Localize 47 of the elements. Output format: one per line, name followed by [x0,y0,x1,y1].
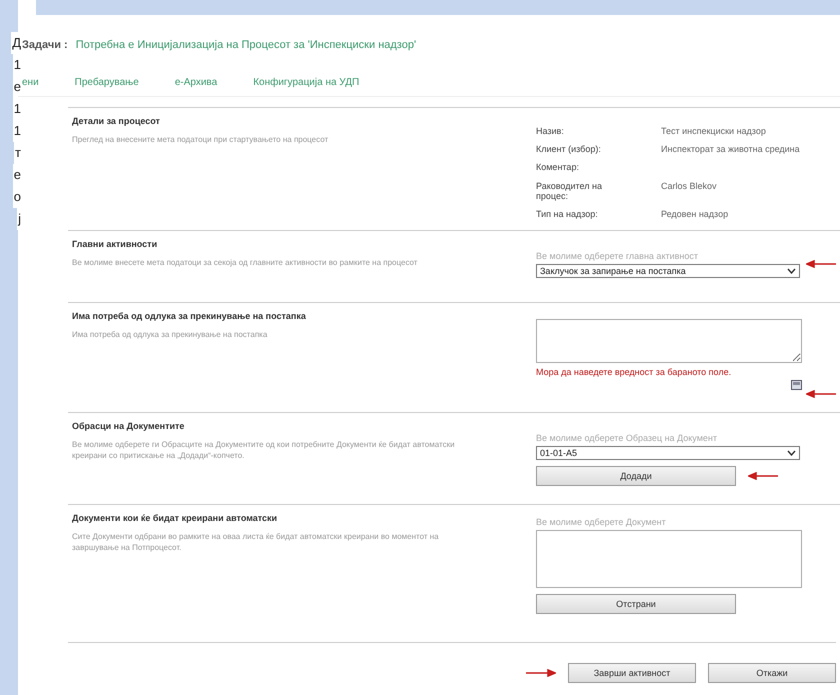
section-title: Детали за процесот [72,116,161,126]
field-value: Редовен надзор [661,208,730,221]
field-hint: Ве молиме одберете Документ [536,517,667,527]
field-hint: Ве молиме одберете главна активност [536,251,700,261]
sidebar-text: е [12,164,21,186]
section-title: Документи кои ќе бидат креирани автоматски [72,513,278,523]
finish-button[interactable]: Заврши активност [568,663,696,683]
caret-icon [787,268,796,274]
section-description: Ве молиме внесете мета податоци за секоја од главните активности во рамките на процесот [72,257,418,268]
section-title: Обрасци на Документите [72,421,186,431]
input-field[interactable] [536,319,802,363]
dropdown[interactable]: Заклучок за запирање на постапка [536,264,800,278]
sidebar-text: 1 [12,98,21,120]
section-description: Преглед на внесените мета податоци при стартувањето на процесот [72,134,330,145]
document-list[interactable] [536,530,802,588]
field-value: Инспекторат за животна средина [661,144,801,156]
sidebar-text: т [14,142,21,164]
caret-icon [787,450,796,456]
add-button[interactable]: Додади [536,466,736,486]
field-value: Тест инспекциски надзор [661,126,767,138]
sidebar-text: 1 [12,54,21,76]
cancel-button[interactable]: Откажи [708,663,836,683]
sidebar-text: 1 [12,120,21,142]
error-message: Мора да наведете вредност за бараното поле. [536,367,732,377]
field-label: Тип на надзор: [536,208,599,221]
nav-link[interactable]: е-Архива [174,77,218,88]
keyboard-icon[interactable] [791,380,802,390]
page-title: Потребна е Иницијализација на Процесот за 'Инспекциски надзор' [76,39,416,51]
dropdown[interactable]: 01-01-А5 [536,446,800,460]
nav-link[interactable]: Пребарување [74,77,139,88]
section-description: Има потреба од одлука за прекинување на постапка [72,329,268,340]
field-label: Клиент (избор): [536,144,602,156]
sidebar-text: Д [11,32,21,54]
field-hint: Ве молиме одберете Образец на Документ [536,433,718,443]
field-label: Коментар: [536,162,580,174]
sidebar-text: ј [17,208,21,230]
section-title: Има потреба од одлука за прекинување на постапка [72,311,307,321]
field-label: Раководител на процес: [536,180,603,203]
field-label: Назив: [536,126,565,138]
page-label: Задачи : [22,39,68,51]
section-description: Ве молиме одберете ги Обрасците на Документите од кои потребните Документи ќе бидат автоматски креирани со притискање на „Додади“-копчето. [72,439,456,461]
field-value: Carlos Blekov [661,180,718,193]
section-title: Главни активности [72,239,158,249]
sidebar-text: е [12,76,21,98]
remove-button[interactable]: Отстрани [536,594,736,614]
section-description: Сите Документи одбрани во рамките на оваа листа ќе бидат автоматски креирани во моментот на завршување на Потпроцесот. [72,531,440,553]
sidebar-text: о [12,186,21,208]
